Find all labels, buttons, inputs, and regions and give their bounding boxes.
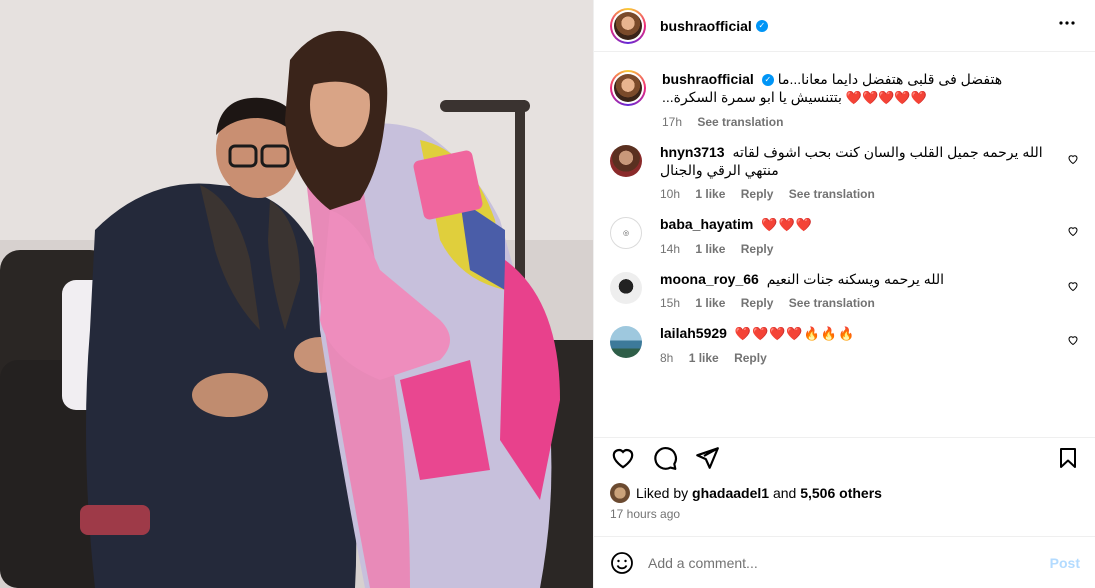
post-photo[interactable] [0, 0, 593, 588]
liker-avatar[interactable] [610, 483, 630, 503]
see-translation-button[interactable]: See translation [789, 296, 875, 310]
verified-badge-icon: ✓ [755, 19, 768, 32]
post-comment-button[interactable]: Post [1050, 555, 1080, 571]
commenter-avatar[interactable] [610, 326, 642, 358]
comment-username[interactable]: lailah5929 [660, 325, 727, 341]
more-options-icon[interactable] [1055, 11, 1079, 40]
see-translation-button[interactable]: See translation [789, 187, 875, 201]
caption-time[interactable]: 17h [662, 115, 682, 129]
likes-prefix: Liked by [636, 485, 689, 501]
comment-username[interactable]: baba_hayatim [660, 216, 753, 232]
post-image [0, 0, 593, 588]
likes-summary[interactable]: Liked by ghadaadel1 and 5,506 others [610, 483, 882, 503]
comment-item: ◎ baba_hayatim ❤️❤️❤️ 14h 1 like Reply [610, 215, 1079, 256]
comment-likes[interactable]: 1 like [695, 242, 725, 256]
likes-and: and [772, 485, 797, 501]
comment-text: ❤️❤️❤️❤️🔥🔥🔥 [734, 326, 856, 341]
verified-badge-icon: ✓ [761, 74, 774, 87]
share-paper-plane-icon[interactable] [694, 445, 720, 471]
comment-username[interactable]: moona_roy_66 [660, 271, 759, 287]
post-side-panel: bushraofficial ✓ bushraofficial ✓ هتفضل ف… [593, 0, 1095, 588]
caption-see-translation[interactable]: See translation [697, 115, 783, 129]
comment-username[interactable]: hnyn3713 [660, 144, 725, 160]
like-comment-heart-icon[interactable] [1067, 225, 1079, 237]
caption-hearts: ❤️❤️❤️❤️❤️ [845, 90, 927, 105]
comment-item: moona_roy_66 الله يرحمه ويسكنه جنات النع… [610, 270, 1079, 310]
likes-others[interactable]: 5,506 others [800, 485, 882, 501]
reply-button[interactable]: Reply [741, 187, 774, 201]
post-timestamp[interactable]: 17 hours ago [610, 507, 680, 521]
like-heart-icon[interactable] [610, 445, 636, 471]
commenter-avatar[interactable] [610, 145, 642, 177]
comment-item: hnyn3713 الله يرحمه جميل القلب والسان كن… [610, 143, 1079, 201]
comments-list: bushraofficial ✓ هتفضل فى قلبى هتفضل دايم… [594, 52, 1095, 437]
add-comment-input[interactable] [648, 554, 1050, 571]
liker-username[interactable]: ghadaadel1 [692, 485, 769, 501]
comment-bubble-icon[interactable] [652, 445, 678, 471]
author-avatar[interactable] [610, 7, 646, 44]
comment-time[interactable]: 14h [660, 242, 680, 256]
commenter-avatar[interactable]: ◎ [610, 217, 642, 249]
comment-item: lailah5929 ❤️❤️❤️❤️🔥🔥🔥 8h 1 like Reply [610, 324, 1079, 365]
comment-time[interactable]: 15h [660, 296, 680, 310]
comment-text: ❤️❤️❤️ [761, 217, 813, 232]
comment-likes[interactable]: 1 like [695, 187, 725, 201]
add-comment-bar: Post [594, 536, 1095, 588]
reply-button[interactable]: Reply [741, 296, 774, 310]
save-bookmark-icon[interactable] [1056, 445, 1080, 471]
reply-button[interactable]: Reply [741, 242, 774, 256]
post-header: bushraofficial ✓ [594, 0, 1095, 52]
comment-text: الله يرحمه ويسكنه جنات النعيم [766, 271, 945, 287]
caption-username[interactable]: bushraofficial [662, 71, 754, 87]
reply-button[interactable]: Reply [734, 351, 767, 365]
author-username[interactable]: bushraofficial [660, 18, 752, 34]
comment-time[interactable]: 8h [660, 351, 673, 365]
comment-likes[interactable]: 1 like [689, 351, 719, 365]
like-comment-heart-icon[interactable] [1067, 280, 1079, 292]
commenter-avatar[interactable] [610, 272, 642, 304]
caption-avatar[interactable] [610, 70, 646, 106]
like-comment-heart-icon[interactable] [1067, 153, 1079, 165]
like-comment-heart-icon[interactable] [1067, 334, 1079, 346]
comment-time[interactable]: 10h [660, 187, 680, 201]
caption: bushraofficial ✓ هتفضل فى قلبى هتفضل دايم… [610, 70, 1079, 129]
post-actions-bar [594, 437, 1095, 477]
emoji-smiley-icon[interactable] [610, 551, 634, 575]
comment-likes[interactable]: 1 like [695, 296, 725, 310]
